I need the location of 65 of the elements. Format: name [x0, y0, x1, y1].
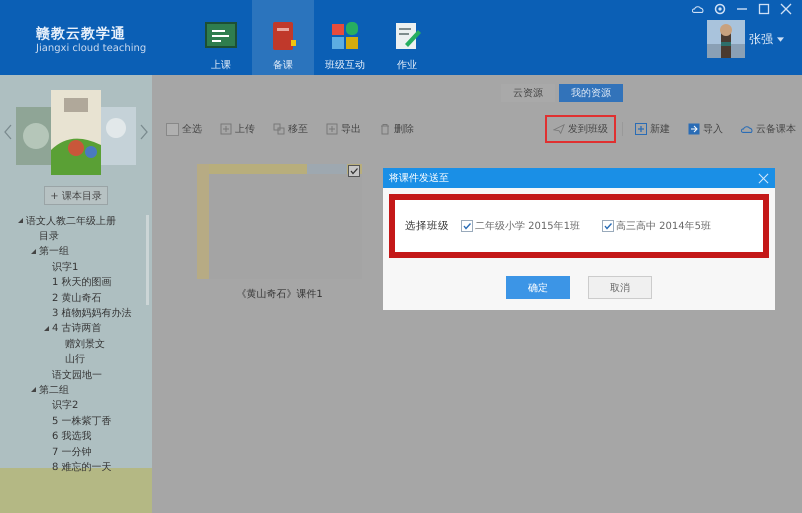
toolbar-button[interactable]: 上传 [214, 117, 261, 141]
trash-icon [379, 123, 391, 135]
toolbar-button[interactable]: 新建 [629, 117, 676, 141]
tree-item[interactable]: 1 秋天的图画 [52, 275, 112, 290]
checkbox[interactable] [348, 165, 360, 177]
plus-box-icon [326, 123, 338, 135]
nav-tab[interactable]: 班级互动 [314, 0, 376, 75]
expand-arrow-icon[interactable] [18, 218, 23, 224]
close-icon[interactable] [758, 172, 769, 184]
toolbar-button[interactable]: 删除 [373, 117, 420, 141]
squares-icon [273, 123, 285, 135]
tree-item[interactable]: 2 黄山奇石 [52, 290, 102, 305]
expand-arrow-icon[interactable] [44, 326, 49, 331]
checkbox[interactable] [461, 220, 473, 232]
tree-item[interactable]: 6 我选我 [52, 429, 92, 444]
cloud-icon [741, 123, 753, 135]
toolbar-button[interactable]: 导出 [320, 117, 367, 141]
cloud-icon[interactable] [692, 3, 704, 15]
select-all-checkbox[interactable]: 全选 [160, 117, 208, 141]
maximize-icon[interactable] [758, 3, 770, 15]
paper-plane-icon [553, 123, 565, 135]
dialog-title: 将课件发送至 [389, 172, 449, 185]
app-title: 赣教云教学通 [36, 25, 127, 43]
catalog-button[interactable]: + 课本目录 [44, 186, 108, 205]
tree-item[interactable]: 5 一株紫丁香 [52, 414, 112, 428]
cancel-button[interactable]: 取消 [588, 276, 652, 299]
tree-item[interactable]: 8 难忘的一天 [52, 460, 112, 474]
class-option[interactable]: 高三高中 2014年5班 [616, 219, 711, 233]
toolbar-button[interactable]: 移至 [267, 117, 314, 141]
plus-box-icon [635, 123, 647, 135]
expand-arrow-icon[interactable] [31, 387, 36, 392]
settings-icon[interactable] [714, 3, 726, 15]
checkbox[interactable] [602, 220, 614, 232]
toolbar-button[interactable]: 云备课本 [735, 117, 802, 141]
confirm-button[interactable]: 确定 [506, 276, 570, 299]
resource-tab[interactable]: 我的资源 [559, 84, 623, 102]
field-label: 选择班级 [405, 219, 449, 233]
send-to-class-button[interactable]: 发到班级 [545, 115, 616, 143]
expand-arrow-icon[interactable] [31, 248, 36, 254]
nav-tab[interactable]: 作业 [376, 0, 438, 75]
tree-item[interactable]: 识字1 [52, 260, 78, 274]
class-option[interactable]: 二年级小学 2015年1班 [475, 219, 580, 233]
tree-item[interactable]: 山行 [65, 352, 85, 366]
close-icon[interactable] [780, 3, 792, 15]
tree-item[interactable]: 语文人教二年级上册 [26, 214, 116, 228]
import-arrow-icon [688, 123, 700, 135]
tree-item[interactable]: 3 植物妈妈有办法 [52, 306, 132, 320]
tree-item[interactable]: 识字2 [52, 398, 78, 412]
tree-item[interactable]: 第一组 [39, 244, 69, 258]
caret-icon[interactable] [777, 36, 784, 42]
file-caption[interactable]: 《黄山奇石》课件1 [236, 287, 323, 301]
app-subtitle: Jiangxi cloud teaching [36, 43, 148, 54]
tree-item[interactable]: 4 古诗两首 [52, 321, 102, 336]
tree-item[interactable]: 目录 [39, 229, 59, 244]
chalkboard-icon [205, 22, 237, 50]
user-name[interactable]: 张强 [749, 30, 773, 48]
plus-box-icon [220, 123, 232, 135]
nav-tab[interactable]: 上课 [190, 0, 252, 75]
tiles-icon [329, 22, 361, 50]
tree-item[interactable]: 第二组 [39, 382, 69, 397]
tree-item[interactable]: 赠刘景文 [65, 336, 105, 351]
tree-item[interactable]: 7 一分钟 [52, 444, 92, 459]
nav-tab[interactable]: 备课 [252, 0, 314, 75]
toolbar-button[interactable]: 导入 [682, 117, 729, 141]
tree-item[interactable]: 语文园地一 [52, 368, 102, 382]
